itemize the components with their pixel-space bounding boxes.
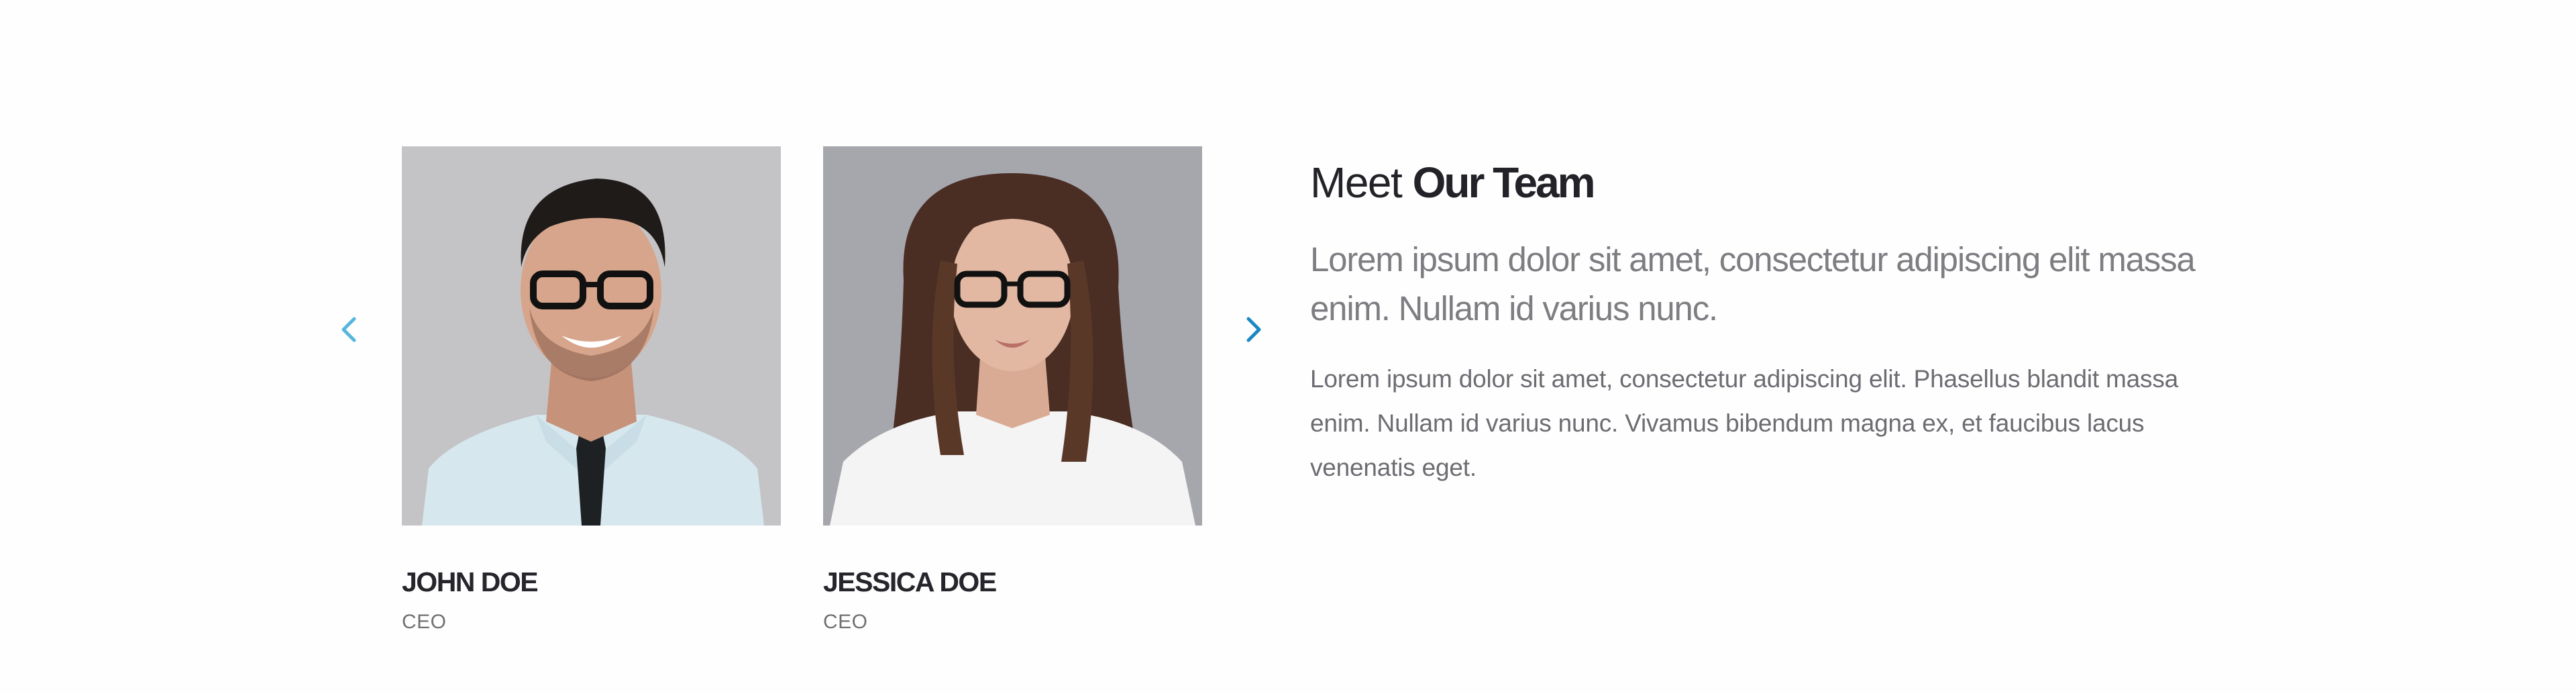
carousel-prev-button[interactable]: [335, 312, 362, 347]
chevron-left-icon: [335, 312, 362, 347]
team-intro: Meet Our Team Lorem ipsum dolor sit amet…: [1310, 156, 2249, 490]
chevron-right-icon: [1240, 312, 1267, 347]
carousel-next-button[interactable]: [1240, 312, 1267, 347]
section-title-light: Meet: [1310, 158, 1403, 207]
team-photo-jessica: [823, 146, 1202, 526]
team-member-role: CEO: [823, 611, 868, 634]
portrait-man-icon: [402, 146, 781, 526]
team-card-john: JOHN DOE CEO: [402, 146, 781, 633]
section-body: Lorem ipsum dolor sit amet, consectetur …: [1310, 365, 2179, 481]
team-member-role: CEO: [402, 611, 447, 634]
team-photo-john: [402, 146, 781, 526]
team-card-jessica: JESSICA DOE CEO: [823, 146, 1202, 633]
section-title-bold: Our Team: [1412, 158, 1596, 207]
team-member-name: JOHN DOE: [402, 566, 539, 597]
section-title: Meet Our Team: [1310, 156, 2249, 209]
section-lead: Lorem ipsum dolor sit amet, consectetur …: [1310, 240, 2196, 328]
portrait-woman-icon: [823, 146, 1202, 526]
team-member-name: JESSICA DOE: [823, 566, 997, 597]
